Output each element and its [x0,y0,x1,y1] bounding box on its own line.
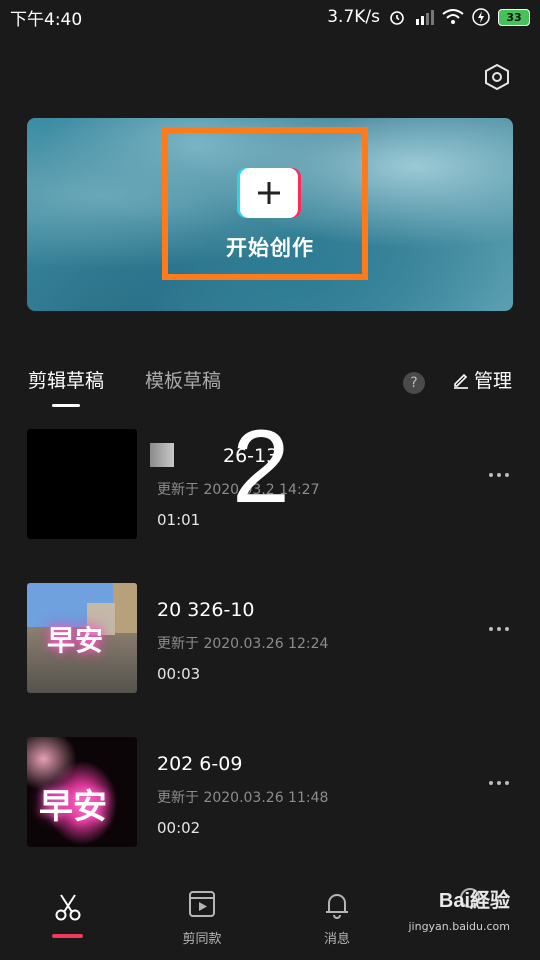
draft-thumbnail: 早安 [27,737,137,847]
manage-label: 管理 [473,370,512,392]
nav-edit[interactable] [17,872,117,960]
status-icons: 3.7K/s 33 [327,7,530,27]
draft-thumbnail: 早安 [27,583,137,693]
edit-pencil-icon [453,373,468,389]
active-nav-indicator [52,934,83,938]
redaction-patch [150,443,174,467]
video-template-icon [189,891,215,917]
draft-item[interactable]: 早安 20 326-10 更新于 2020.03.26 12:24 00:03 [27,583,513,693]
more-options-button[interactable] [489,627,509,631]
network-speed: 3.7K/s [327,7,380,27]
alarm-icon [390,11,404,25]
baidu-watermark-logo: Bai経验 [438,890,510,912]
help-icon[interactable]: ? [403,372,425,394]
settings-button[interactable] [480,60,514,94]
draft-name: 20 326-10 [157,599,255,621]
draft-item[interactable]: 早安 202 6-09 更新于 2020.03.26 11:48 00:02 [27,737,513,847]
draft-duration: 01:01 [157,511,201,529]
active-tab-underline [52,404,80,407]
draft-duration: 00:03 [157,665,201,683]
manage-button[interactable]: 管理 [452,366,512,393]
draft-duration: 00:02 [157,819,201,837]
step-number-overlay: 2 [232,409,290,525]
nav-templates-label: 剪同款 [182,932,222,947]
more-options-button[interactable] [489,473,509,477]
signal-icon [416,10,434,25]
draft-tabs: 剪辑草稿 模板草稿 ? 管理 [28,366,512,407]
draft-name: 202 6-09 [157,753,243,775]
scissors-icon [55,894,81,921]
baidu-watermark-url: jingyan.baidu.com [408,920,510,933]
nav-messages-label: 消息 [323,932,350,947]
plus-icon [258,182,280,204]
wifi-icon [442,9,464,24]
draft-updated: 更新于 2020.03.26 11:48 [157,790,329,806]
status-bar: 下午4:40 3.7K/s 33 [0,0,540,34]
bell-icon [326,894,348,919]
settings-hexagon-icon [485,63,509,91]
thumbnail-text: 早安 [39,787,107,827]
draft-updated: 更新于 2020.03.26 12:24 [157,636,329,652]
thumbnail-text: 早安 [47,624,104,657]
draft-thumbnail [27,429,137,539]
start-creation-button[interactable] [240,168,298,218]
more-options-button[interactable] [489,781,509,785]
battery-indicator: 33 [498,8,530,26]
tab-template-drafts[interactable]: 模板草稿 [145,366,221,393]
nav-messages[interactable]: 消息 [287,872,387,960]
start-creation-label: 开始创作 [226,236,314,260]
charging-icon [472,8,490,26]
status-time: 下午4:40 [10,9,83,30]
tab-edit-drafts[interactable]: 剪辑草稿 [28,366,104,393]
nav-templates[interactable]: 剪同款 [152,872,252,960]
